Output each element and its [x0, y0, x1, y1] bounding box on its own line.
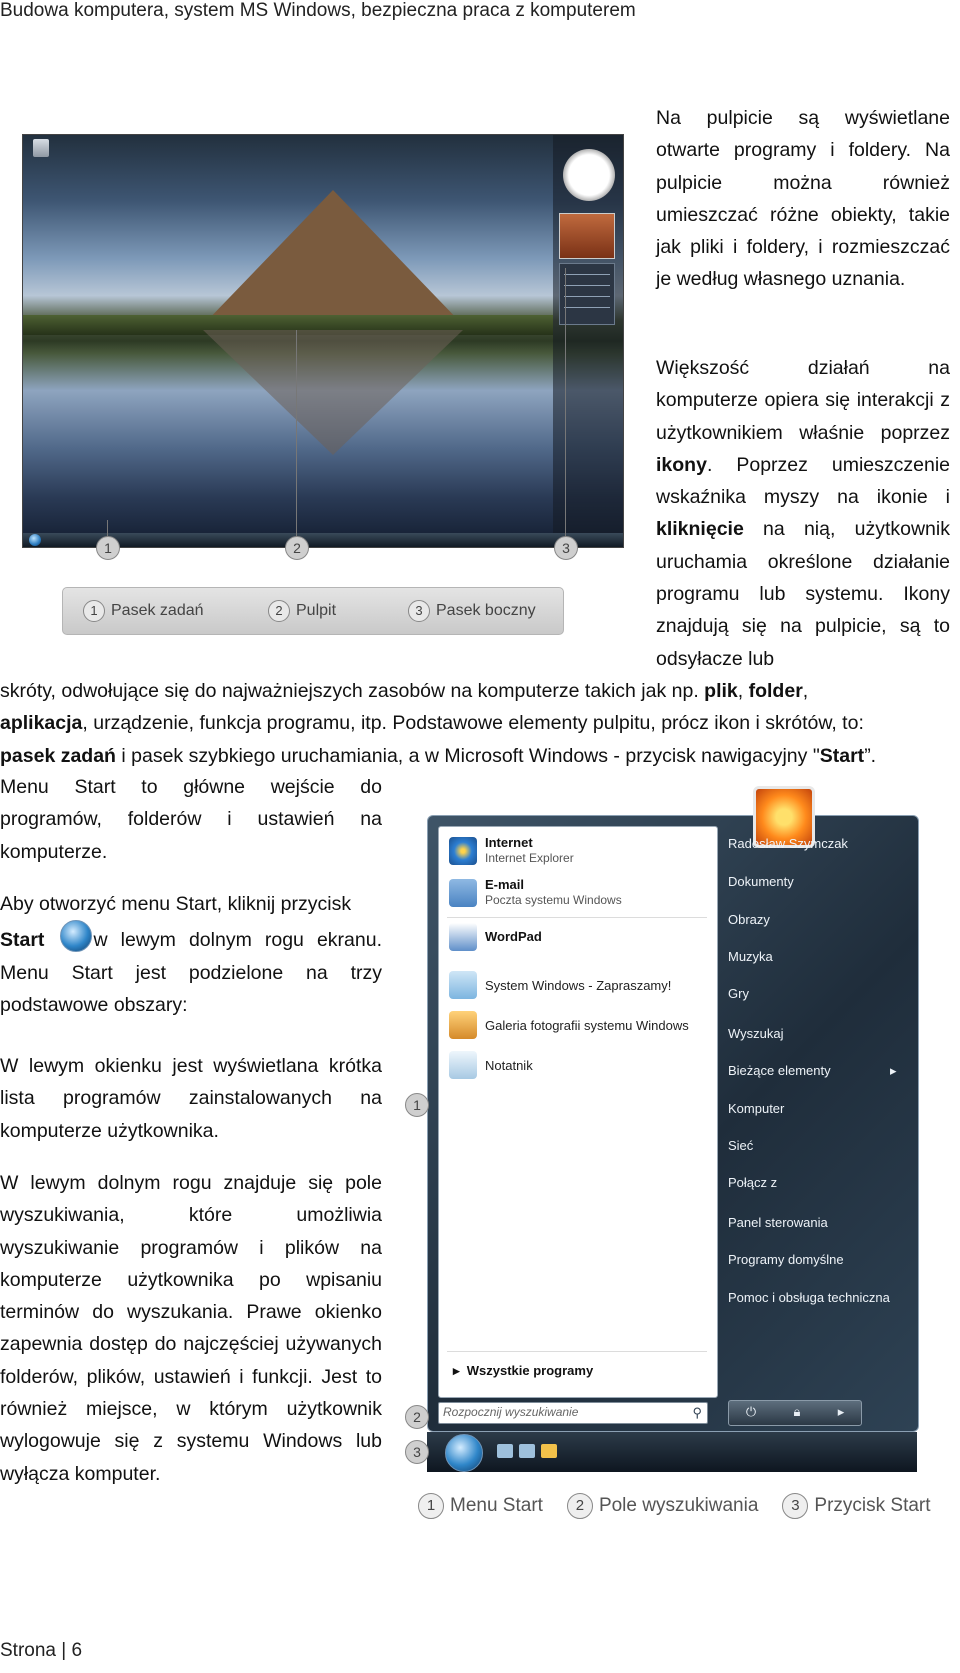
- right-item-user[interactable]: Radosław Szymczak: [728, 836, 848, 851]
- windows-sidebar: [553, 135, 623, 533]
- ie-quicklaunch-icon[interactable]: [541, 1444, 557, 1458]
- start-menu-screenshot: Internet Internet Explorer E-mail Poczta…: [427, 786, 919, 1432]
- paragraph-start-menu: Menu Start to główne wejście do programó…: [0, 776, 382, 863]
- right-item-help[interactable]: Pomoc i obsługa techniczna: [728, 1290, 890, 1305]
- paragraph-search-right-pane: W lewym dolnym rogu znajduje się pole wy…: [0, 1172, 382, 1485]
- right-item-computer[interactable]: Komputer: [728, 1101, 784, 1116]
- clock-gadget-icon: [563, 149, 615, 201]
- photo-gallery-icon: [449, 1011, 477, 1039]
- right-item-search[interactable]: Wyszukaj: [728, 1026, 784, 1041]
- chevron-right-icon: ▸: [890, 1063, 897, 1078]
- internet-explorer-icon: [449, 836, 477, 865]
- search-input[interactable]: Rozpocznij wyszukiwanie ⚲: [438, 1402, 708, 1424]
- right-item-pictures[interactable]: Obrazy: [728, 912, 770, 927]
- callout-start-2: 2: [405, 1405, 429, 1429]
- legend-item-sidebar: 3 Pasek boczny: [408, 600, 536, 622]
- paragraph-desktop-intro: Na pulpicie są wyświetlane otwarte progr…: [656, 107, 950, 291]
- right-item-control-panel[interactable]: Panel sterowania: [728, 1215, 828, 1230]
- mail-icon: [449, 878, 477, 907]
- desktop-screenshot: [22, 134, 624, 548]
- wordpad-icon: [449, 923, 477, 951]
- right-item-connect[interactable]: Połącz z: [728, 1175, 777, 1190]
- start-orb-icon[interactable]: [445, 1434, 483, 1472]
- feed-gadget: [559, 263, 615, 325]
- paragraph-icons: Większość działań na komputerze opiera s…: [656, 357, 950, 670]
- paragraph-shortcuts: skróty, odwołujące się do najważniejszyc…: [0, 680, 877, 767]
- power-icon[interactable]: ⏻: [733, 1403, 769, 1421]
- legend-item-start-button: 3 Przycisk Start: [782, 1493, 931, 1519]
- pinned-internet[interactable]: Internet Internet Explorer: [449, 835, 574, 866]
- right-item-music[interactable]: Muzyka: [728, 949, 773, 964]
- recent-photo-gallery[interactable]: Galeria fotografii systemu Windows: [449, 1011, 689, 1039]
- desktop-legend: 1 Pasek zadań 2 Pulpit 3 Pasek boczny: [62, 587, 564, 635]
- search-icon: ⚲: [692, 1405, 702, 1420]
- legend-item-start-menu: 1 Menu Start: [418, 1493, 543, 1519]
- right-item-games[interactable]: Gry: [728, 986, 749, 1001]
- recycle-bin-icon: [33, 139, 49, 157]
- recent-notepad[interactable]: Notatnik: [449, 1051, 533, 1079]
- welcome-center-icon: [449, 971, 477, 999]
- callout-3: 3: [554, 536, 578, 560]
- mountain-reflection-shape: [203, 330, 463, 455]
- start-orb-icon: [29, 534, 41, 546]
- legend-item-desktop: 2 Pulpit: [268, 600, 336, 622]
- pinned-email[interactable]: E-mail Poczta systemu Windows: [449, 877, 622, 908]
- right-item-network[interactable]: Sieć: [728, 1138, 753, 1153]
- paragraph-left-pane: W lewym okienku jest wyświetlana krótka …: [0, 1055, 382, 1142]
- start-menu-legend: 1 Menu Start 2 Pole wyszukiwania 3 Przycisk…: [418, 1493, 931, 1519]
- right-item-documents[interactable]: Dokumenty: [728, 874, 794, 889]
- show-desktop-icon[interactable]: [497, 1444, 513, 1458]
- callout-start-1: 1: [405, 1093, 429, 1117]
- lock-icon[interactable]: 🔒︎: [775, 1403, 819, 1421]
- legend-item-search-box: 2 Pole wyszukiwania: [566, 1493, 758, 1519]
- right-item-recent[interactable]: Bieżące elementy: [728, 1063, 831, 1078]
- slideshow-gadget: [559, 213, 615, 259]
- start-button-icon: [59, 920, 92, 953]
- switch-windows-icon[interactable]: [519, 1444, 535, 1458]
- all-programs-button[interactable]: ▸ Wszystkie programy: [453, 1363, 593, 1379]
- mountain-shape: [203, 190, 463, 325]
- legend-item-taskbar: 1 Pasek zadań: [83, 600, 204, 622]
- recent-wordpad[interactable]: WordPad: [449, 923, 542, 951]
- recent-welcome[interactable]: System Windows - Zapraszamy!: [449, 971, 671, 999]
- arrow-right-icon[interactable]: ▸: [829, 1403, 853, 1421]
- callout-start-3: 3: [405, 1440, 429, 1464]
- power-controls: ⏻ 🔒︎ ▸: [728, 1400, 862, 1426]
- paragraph-open-start: Aby otworzyć menu Start, kliknij przycis…: [0, 893, 382, 1016]
- callout-2: 2: [285, 536, 309, 560]
- start-menu-left-pane: Internet Internet Explorer E-mail Poczta…: [438, 826, 718, 1398]
- right-item-default-programs[interactable]: Programy domyślne: [728, 1252, 844, 1267]
- page-footer: Strona | 6: [0, 1640, 83, 1661]
- callout-1: 1: [96, 536, 120, 560]
- start-menu-taskbar: [427, 1432, 917, 1472]
- page-header: Budowa komputera, system MS Windows, bez…: [0, 0, 636, 21]
- notepad-icon: [449, 1051, 477, 1079]
